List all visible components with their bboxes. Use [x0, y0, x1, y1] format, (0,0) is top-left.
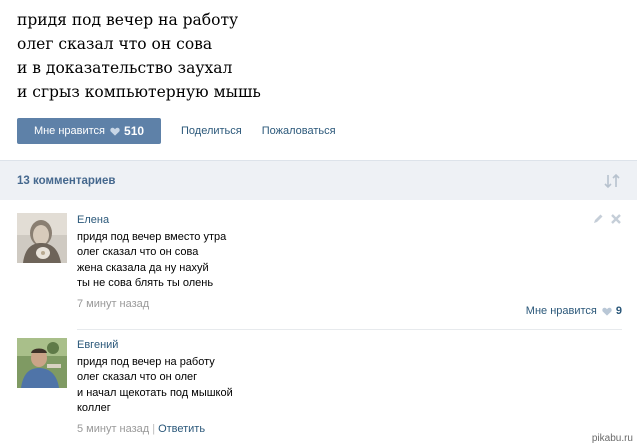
- heart-icon: [110, 127, 120, 136]
- comment-text: придя под вечер на работу олег сказал чт…: [77, 355, 622, 416]
- comment-line: коллег: [77, 401, 111, 414]
- meta-separator: |: [152, 423, 156, 436]
- reply-link[interactable]: Ответить: [158, 423, 205, 435]
- like-count: 510: [124, 124, 145, 138]
- share-link[interactable]: Поделиться: [181, 125, 242, 137]
- comment-line: придя под вечер на работу: [77, 356, 215, 368]
- comment-line: олег сказал что он сова: [77, 246, 199, 259]
- comment-divider: [77, 329, 622, 330]
- comment-like-button[interactable]: Мне нравится 9: [526, 305, 622, 317]
- comment-time[interactable]: 7 минут назад: [77, 298, 149, 310]
- comment-meta: 5 минут назад | Ответить: [77, 422, 622, 436]
- avatar-photo: [17, 213, 67, 263]
- comment-line: ты не сова блять ты олень: [77, 276, 214, 289]
- comment-like-label: Мне нравится: [525, 305, 597, 317]
- post-actions: Мне нравится 510 Поделиться Пожаловаться: [17, 118, 336, 144]
- like-button[interactable]: Мне нравится 510: [17, 118, 161, 144]
- avatar-photo: [17, 338, 67, 388]
- comment: Евгений придя под вечер на работу олег с…: [17, 338, 622, 443]
- heart-icon: [602, 307, 612, 316]
- comment-time[interactable]: 5 минут назад: [77, 423, 149, 435]
- post-line: и в доказательство заухал: [17, 59, 233, 77]
- comments-header: 13 комментариев: [0, 160, 637, 200]
- comment-line: и начал щекотать под мышкой: [77, 386, 233, 399]
- avatar[interactable]: [17, 213, 67, 263]
- comment-tools: [592, 213, 622, 225]
- like-button-label: Мне нравится: [33, 125, 106, 137]
- close-icon[interactable]: [610, 213, 622, 225]
- watermark: pikabu.ru: [591, 433, 633, 444]
- post-line: и сгрыз компьютерную мышь: [17, 83, 261, 101]
- comment-body: Евгений придя под вечер на работу олег с…: [77, 338, 622, 436]
- post-line: придя под вечер на работу: [17, 11, 239, 29]
- comment-line: олег сказал что он олег: [77, 371, 198, 384]
- post-text: придя под вечер на работу олег сказал чт…: [17, 8, 617, 104]
- edit-icon[interactable]: [592, 213, 604, 225]
- report-link[interactable]: Пожаловаться: [262, 125, 336, 137]
- comment-author[interactable]: Елена: [77, 213, 622, 227]
- comment: Елена придя под вечер вместо утра олег с…: [17, 213, 622, 318]
- comment-line: жена сказала да ну нахуй: [77, 261, 209, 274]
- sort-icon[interactable]: [603, 173, 621, 189]
- avatar[interactable]: [17, 338, 67, 388]
- comments-count[interactable]: 13 комментариев: [17, 175, 115, 187]
- comment-like-count: 9: [615, 305, 622, 317]
- comment-author[interactable]: Евгений: [77, 338, 622, 352]
- comment-body: Елена придя под вечер вместо утра олег с…: [77, 213, 622, 317]
- post-line: олег сказал что он сова: [17, 35, 213, 53]
- comment-text: придя под вечер вместо утра олег сказал …: [77, 230, 622, 291]
- comment-line: придя под вечер вместо утра: [77, 231, 227, 243]
